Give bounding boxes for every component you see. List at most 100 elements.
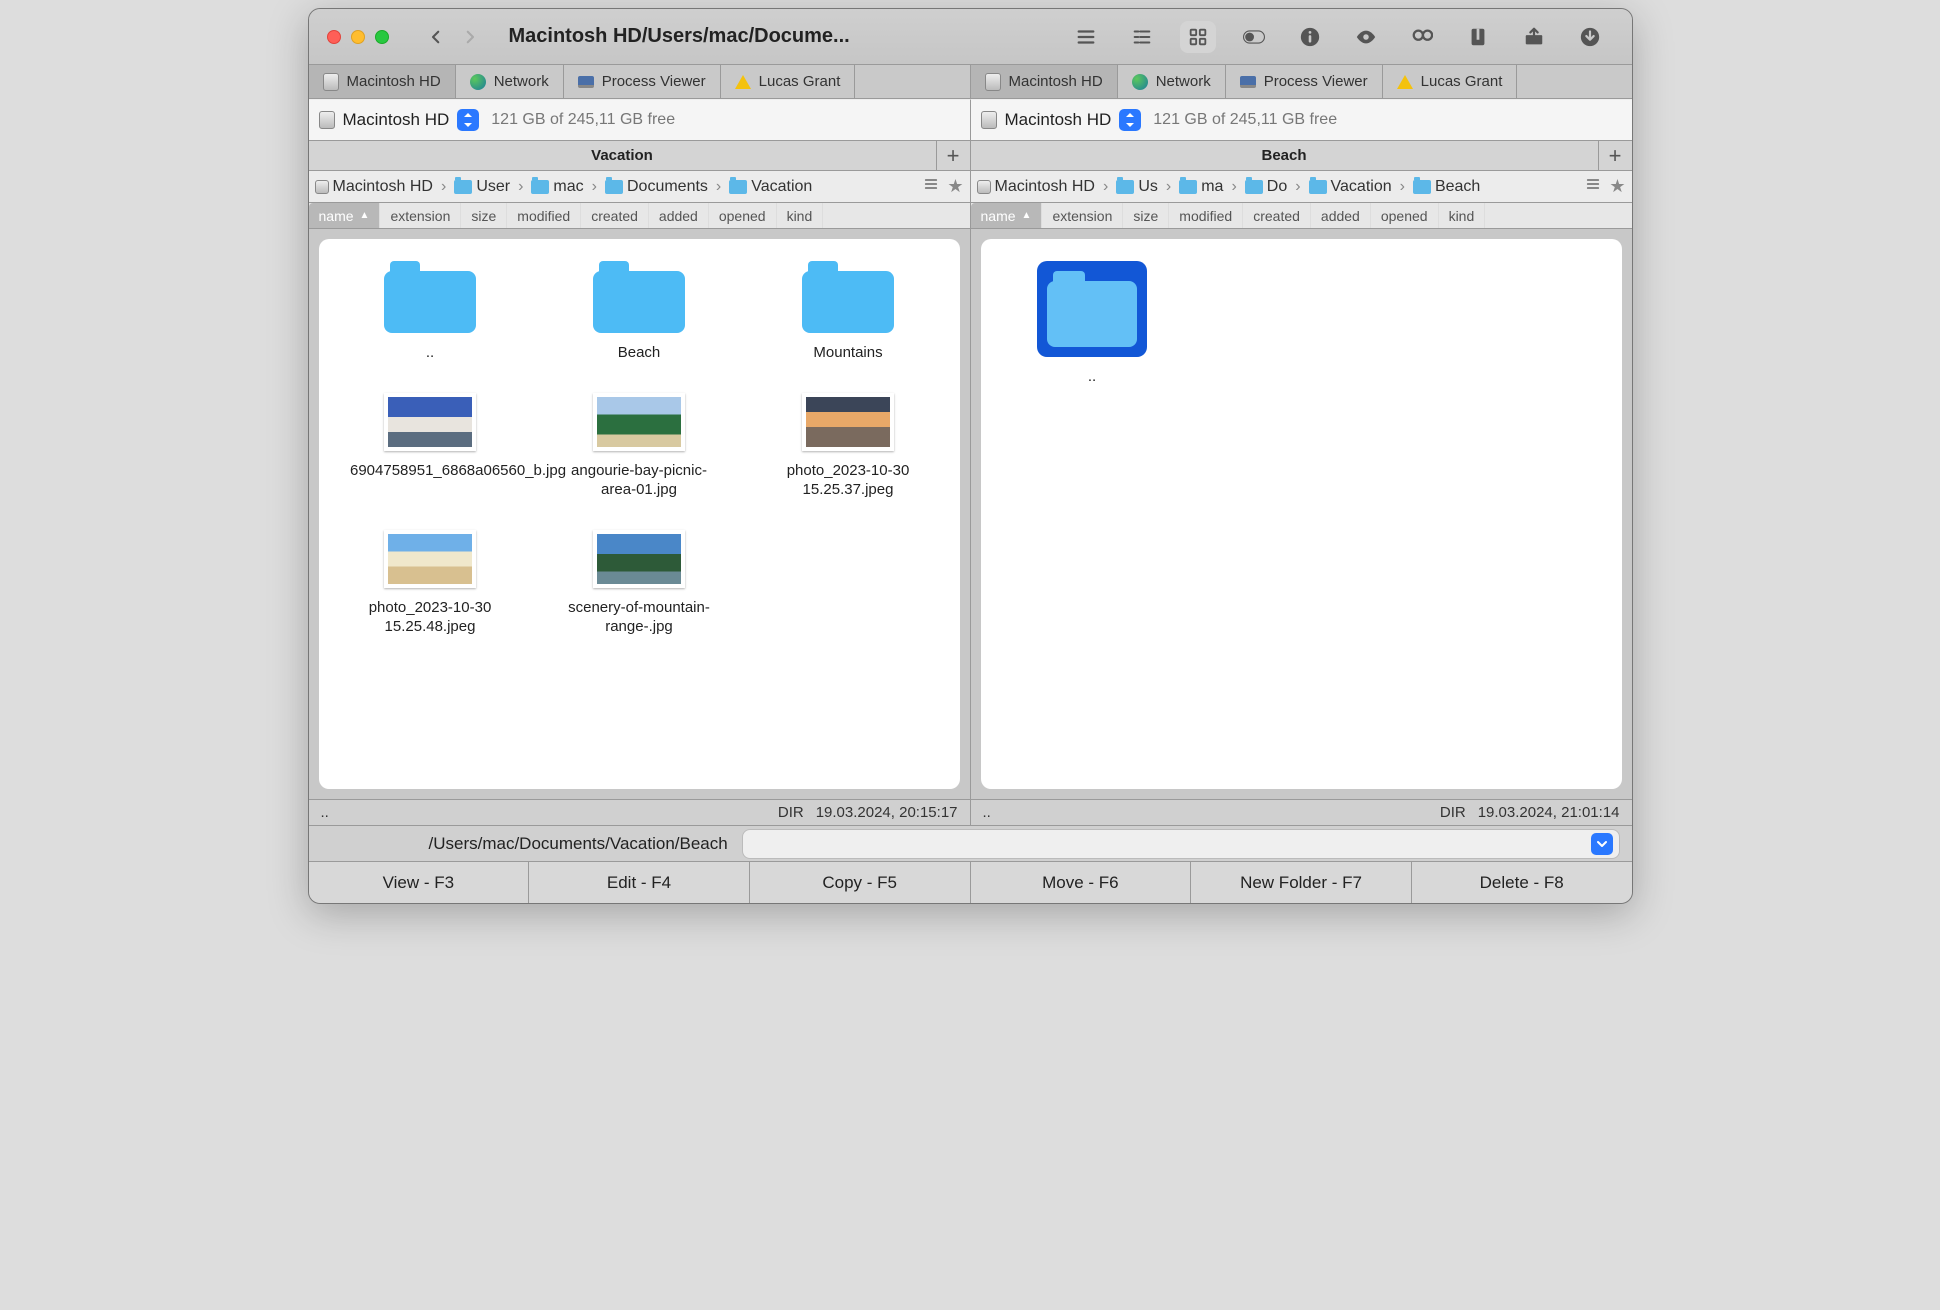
toggle-hidden-icon[interactable] [1236,21,1272,53]
list-mode-icon[interactable] [923,176,939,197]
column-added[interactable]: added [1311,203,1371,228]
path-field[interactable] [742,829,1620,859]
folder-item[interactable]: Beach [540,261,739,363]
fn-button[interactable]: Move - F6 [971,862,1192,903]
column-name[interactable]: name▲ [971,203,1043,228]
item-name: Beach [618,343,661,363]
fn-button[interactable]: Edit - F4 [529,862,750,903]
item-name: .. [426,343,434,363]
fn-button[interactable]: Copy - F5 [750,862,971,903]
crumb[interactable]: Macintosh HD [977,178,1095,196]
crumb[interactable]: User [454,178,510,196]
crumb[interactable]: Vacation [1309,178,1392,196]
view-list-icon[interactable] [1068,21,1104,53]
window-controls [309,30,407,44]
shelf-tab[interactable]: Lucas Grant [1383,65,1518,98]
star-icon[interactable]: ★ [947,176,963,197]
crumb[interactable]: ma [1179,178,1223,196]
view-columns-icon[interactable] [1124,21,1160,53]
file-grid-left[interactable]: .. Beach Mountains 6904758951_6868a06560_b.… [319,239,960,789]
fn-button[interactable]: View - F3 [309,862,530,903]
crumb[interactable]: Beach [1413,178,1480,196]
add-tab-right[interactable]: + [1598,141,1632,170]
column-created[interactable]: created [1243,203,1311,228]
info-icon[interactable] [1292,21,1328,53]
volume-name-left: Macintosh HD [343,110,450,130]
share-icon[interactable] [1516,21,1552,53]
file-grid-right[interactable]: .. [981,239,1622,789]
hd-icon [985,74,1001,90]
free-space-left: 121 GB of 245,11 GB free [491,111,675,129]
column-opened[interactable]: opened [709,203,777,228]
column-modified[interactable]: modified [507,203,581,228]
folder-item[interactable]: .. [993,261,1192,387]
path-text: /Users/mac/Documents/Vacation/Beach [309,834,742,854]
breadcrumb-right: Macintosh HD›Us›ma›Do›Vacation›Beach★ [970,171,1632,203]
crumb[interactable]: Vacation [729,178,812,196]
image-thumbnail [593,530,685,588]
column-kind[interactable]: kind [1439,203,1486,228]
column-created[interactable]: created [581,203,649,228]
file-item[interactable]: angourie-bay-picnic-area-01.jpg [540,393,739,500]
close-icon[interactable] [327,30,341,44]
add-tab-left[interactable]: + [936,141,970,170]
pane-tab-right[interactable]: Beach [971,141,1598,170]
file-item[interactable]: photo_2023-10-30 15.25.48.jpeg [331,530,530,637]
column-name[interactable]: name▲ [309,203,381,228]
volume-right: Macintosh HD 121 GB of 245,11 GB free [970,99,1632,141]
forward-button[interactable] [453,22,487,52]
free-space-right: 121 GB of 245,11 GB free [1153,111,1337,129]
app-window: Macintosh HD/Users/mac/Docume... Macinto… [308,8,1633,904]
search-icon[interactable] [1404,21,1440,53]
pane-tab-left[interactable]: Vacation [309,141,936,170]
file-item[interactable]: scenery-of-mountain-range-.jpg [540,530,739,637]
crumb[interactable]: Macintosh HD [315,178,433,196]
column-size[interactable]: size [461,203,507,228]
volume-dropdown-left[interactable] [457,109,479,131]
folder-item[interactable]: Mountains [749,261,948,363]
minimize-icon[interactable] [351,30,365,44]
disk-icon [319,112,335,128]
columns-row: name▲extensionsizemodifiedcreatedaddedop… [309,203,1632,229]
list-mode-icon[interactable] [1585,176,1601,197]
fn-button[interactable]: Delete - F8 [1412,862,1632,903]
column-kind[interactable]: kind [777,203,824,228]
view-grid-icon[interactable] [1180,21,1216,53]
column-extension[interactable]: extension [1042,203,1123,228]
volume-name-right: Macintosh HD [1005,110,1112,130]
column-extension[interactable]: extension [380,203,461,228]
shelf-tab[interactable]: Lucas Grant [721,65,856,98]
shelf-tab[interactable]: Macintosh HD [971,65,1118,98]
window-title: Macintosh HD/Users/mac/Docume... [509,25,850,48]
folder-item[interactable]: .. [331,261,530,363]
crumb[interactable]: Documents [605,178,708,196]
back-button[interactable] [419,22,453,52]
column-opened[interactable]: opened [1371,203,1439,228]
volume-dropdown-right[interactable] [1119,109,1141,131]
file-item[interactable]: 6904758951_6868a06560_b.jpg [331,393,530,500]
pane-tab-row: Vacation + Beach + [309,141,1632,171]
crumb[interactable]: mac [531,178,583,196]
archive-icon[interactable] [1460,21,1496,53]
folder-icon [1037,261,1147,357]
path-dropdown-icon[interactable] [1591,833,1613,855]
column-modified[interactable]: modified [1169,203,1243,228]
star-icon[interactable]: ★ [1609,176,1625,197]
zoom-icon[interactable] [375,30,389,44]
fn-button[interactable]: New Folder - F7 [1191,862,1412,903]
shelf-tab[interactable]: Macintosh HD [309,65,456,98]
shelf-tab[interactable]: Process Viewer [564,65,721,98]
download-icon[interactable] [1572,21,1608,53]
shelf-tab[interactable]: Network [1118,65,1226,98]
crumb[interactable]: Do [1245,178,1287,196]
file-item[interactable]: photo_2023-10-30 15.25.37.jpeg [749,393,948,500]
column-size[interactable]: size [1123,203,1169,228]
column-added[interactable]: added [649,203,709,228]
crumb[interactable]: Us [1116,178,1158,196]
laptop-icon [578,74,594,90]
item-name: .. [1088,367,1096,387]
shelf-tab[interactable]: Process Viewer [1226,65,1383,98]
pathbar: /Users/mac/Documents/Vacation/Beach [309,825,1632,861]
shelf-tab[interactable]: Network [456,65,564,98]
preview-icon[interactable] [1348,21,1384,53]
